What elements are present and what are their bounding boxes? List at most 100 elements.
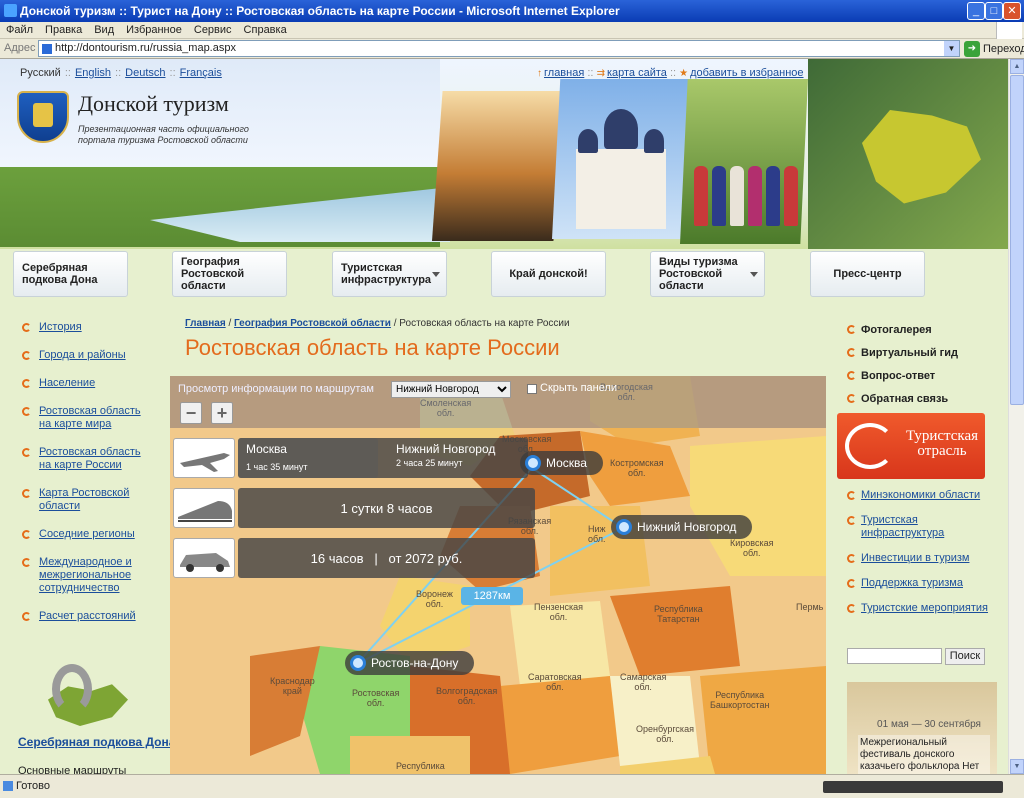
site-title[interactable]: Донской туризм bbox=[78, 91, 229, 117]
link-events[interactable]: Туристские мероприятия bbox=[847, 602, 1002, 615]
link-infrastructure[interactable]: Туристская инфраструктура bbox=[847, 514, 1002, 540]
right-link[interactable]: Туристская инфраструктура bbox=[861, 514, 944, 539]
menu-view[interactable]: Вид bbox=[88, 22, 120, 38]
russia-map[interactable]: Смоленская обл. Вологодская обл. Московс… bbox=[170, 376, 826, 774]
sidebar-item-cooperation[interactable]: Международное и межрегиональное сотрудни… bbox=[22, 556, 152, 595]
label-bashkortostan: Республика Башкортостан bbox=[710, 690, 770, 710]
link-support[interactable]: Поддержка туризма bbox=[847, 577, 1002, 590]
route-select[interactable]: Нижний Новгород bbox=[391, 381, 511, 398]
home-link[interactable]: главная bbox=[544, 67, 584, 79]
sidebar-link[interactable]: История bbox=[39, 321, 82, 333]
breadcrumb-geography[interactable]: География Ростовской области bbox=[234, 318, 391, 329]
sidebar-item-world-map[interactable]: Ростовская область на карте мира bbox=[22, 405, 152, 431]
menu-edit[interactable]: Правка bbox=[39, 22, 88, 38]
sidebar-link[interactable]: Ростовская область на карте России bbox=[39, 446, 141, 471]
label-volgograd: Волгоградская обл. bbox=[436, 686, 498, 706]
bullet-icon bbox=[22, 448, 31, 457]
menu-file[interactable]: Файл bbox=[0, 22, 39, 38]
address-label: Адрес bbox=[4, 42, 36, 54]
go-button[interactable]: ➜ Переход bbox=[964, 41, 1024, 57]
sidebar-item-distance[interactable]: Расчет расстояний bbox=[22, 610, 152, 623]
sidebar-item-history[interactable]: История bbox=[22, 321, 152, 334]
folk-figure bbox=[766, 166, 780, 226]
nav-infrastructure[interactable]: Туристская инфраструктура bbox=[332, 251, 447, 297]
sidebar-link[interactable]: Международное и межрегиональное сотрудни… bbox=[39, 556, 132, 594]
scroll-thumb[interactable] bbox=[1010, 75, 1024, 405]
bullet-icon bbox=[22, 323, 31, 332]
address-dropdown-icon[interactable]: ▼ bbox=[944, 41, 959, 56]
left-sidebar: История Города и районы Население Ростов… bbox=[22, 321, 152, 638]
header-fisherman-image bbox=[432, 91, 564, 241]
right-link[interactable]: Инвестиции в туризм bbox=[861, 552, 969, 564]
right-link[interactable]: Поддержка туризма bbox=[861, 577, 963, 589]
maximize-button[interactable]: □ bbox=[985, 2, 1003, 20]
scroll-up-icon[interactable]: ▲ bbox=[1010, 59, 1024, 74]
sidebar-item-virtual-guide[interactable]: Виртуальный гид bbox=[847, 347, 997, 360]
lang-deutsch[interactable]: Deutsch bbox=[125, 67, 165, 79]
sidebar-link[interactable]: Города и районы bbox=[39, 349, 126, 361]
event-text[interactable]: Межрегиональный фестиваль донского казач… bbox=[858, 735, 990, 774]
city-marker-moscow[interactable]: Москва bbox=[520, 451, 603, 475]
link-investments[interactable]: Инвестиции в туризм bbox=[847, 552, 1002, 565]
address-bar: Адрес http://dontourism.ru/russia_map.as… bbox=[0, 39, 1024, 59]
sitemap-link[interactable]: карта сайта bbox=[607, 67, 667, 79]
horseshoe-logo-icon[interactable] bbox=[40, 664, 130, 734]
link-ministry[interactable]: Минэкономики области bbox=[847, 489, 1002, 502]
city-marker-rostov[interactable]: Ростов-на-Дону bbox=[345, 651, 475, 675]
address-input[interactable]: http://dontourism.ru/russia_map.aspx ▼ bbox=[38, 40, 960, 57]
nav-silver-horseshoe[interactable]: Серебряная подкова Дона bbox=[13, 251, 128, 297]
car-route-panel: 16 часов | от 2072 руб. bbox=[238, 538, 535, 578]
breadcrumb-sep: / bbox=[393, 318, 397, 329]
lang-english[interactable]: English bbox=[75, 67, 111, 79]
sidebar-link[interactable]: Соседние регионы bbox=[39, 528, 135, 540]
bullet-icon bbox=[847, 491, 856, 500]
sidebar-link[interactable]: Карта Ростовской области bbox=[39, 487, 129, 512]
city-marker-nizhny-novgorod[interactable]: Нижний Новгород bbox=[611, 515, 753, 539]
menu-tools[interactable]: Сервис bbox=[188, 22, 238, 38]
sidebar-item-feedback[interactable]: Обратная связь bbox=[847, 393, 997, 406]
right-link[interactable]: Туристские мероприятия bbox=[861, 602, 988, 614]
menu-help[interactable]: Справка bbox=[238, 22, 293, 38]
sidebar-item-population[interactable]: Население bbox=[22, 377, 152, 390]
page-content: Русский:: English:: Deutsch:: Français ↑ гла… bbox=[0, 59, 1008, 774]
sidebar-link[interactable]: Ростовская область на карте мира bbox=[39, 405, 141, 430]
train-icon[interactable] bbox=[173, 488, 235, 528]
tourism-industry-banner[interactable]: Туристская отрасль bbox=[837, 413, 985, 479]
car-icon[interactable] bbox=[173, 538, 235, 578]
silver-horseshoe-link[interactable]: Серебряная подкова Дона bbox=[18, 735, 175, 749]
nav-geography[interactable]: География Ростовской области bbox=[172, 251, 287, 297]
zoom-out-button[interactable]: − bbox=[180, 402, 202, 424]
close-button[interactable]: ✕ bbox=[1003, 2, 1021, 20]
sidebar-item-region-map[interactable]: Карта Ростовской области bbox=[22, 487, 152, 513]
sidebar-link[interactable]: Расчет расстояний bbox=[39, 610, 136, 622]
scroll-down-icon[interactable]: ▼ bbox=[1010, 759, 1024, 774]
lang-francais[interactable]: Français bbox=[180, 67, 222, 79]
sidebar-item-photogallery[interactable]: Фотогалерея bbox=[847, 324, 997, 337]
nav-tourism-types[interactable]: Виды туризма Ростовской области bbox=[650, 251, 765, 297]
label-penza: Пензенская обл. bbox=[534, 602, 583, 622]
add-favorites-link[interactable]: добавить в избранное bbox=[690, 67, 803, 79]
vertical-scrollbar[interactable]: ▲ ▼ bbox=[1008, 59, 1024, 774]
zoom-in-button[interactable]: + bbox=[211, 402, 233, 424]
label-kostroma: Костромская обл. bbox=[610, 458, 664, 478]
sidebar-link[interactable]: Население bbox=[39, 377, 95, 389]
airplane-icon[interactable] bbox=[173, 438, 235, 478]
main-routes-text[interactable]: Основные маршруты bbox=[18, 765, 126, 774]
breadcrumb-home[interactable]: Главная bbox=[185, 318, 226, 329]
right-link[interactable]: Минэкономики области bbox=[861, 489, 980, 501]
city-label: Москва bbox=[546, 456, 587, 470]
sidebar-item-cities[interactable]: Города и районы bbox=[22, 349, 152, 362]
nav-press-center[interactable]: Пресс-центр bbox=[810, 251, 925, 297]
search-input[interactable] bbox=[847, 648, 942, 664]
media-player-bar[interactable] bbox=[823, 781, 1003, 793]
hide-panels-checkbox[interactable] bbox=[527, 384, 537, 394]
search-button[interactable]: Поиск bbox=[945, 648, 985, 665]
lang-russian[interactable]: Русский bbox=[20, 67, 61, 79]
event-scroll[interactable]: 01 мая — 30 сентября Межрегиональный фес… bbox=[847, 682, 997, 774]
menu-favorites[interactable]: Избранное bbox=[120, 22, 188, 38]
nav-don-land[interactable]: Край донской! bbox=[491, 251, 606, 297]
sidebar-item-neighbors[interactable]: Соседние регионы bbox=[22, 528, 152, 541]
sidebar-item-faq[interactable]: Вопрос-ответ bbox=[847, 370, 997, 383]
minimize-button[interactable]: _ bbox=[967, 2, 985, 20]
sidebar-item-russia-map[interactable]: Ростовская область на карте России bbox=[22, 446, 152, 472]
